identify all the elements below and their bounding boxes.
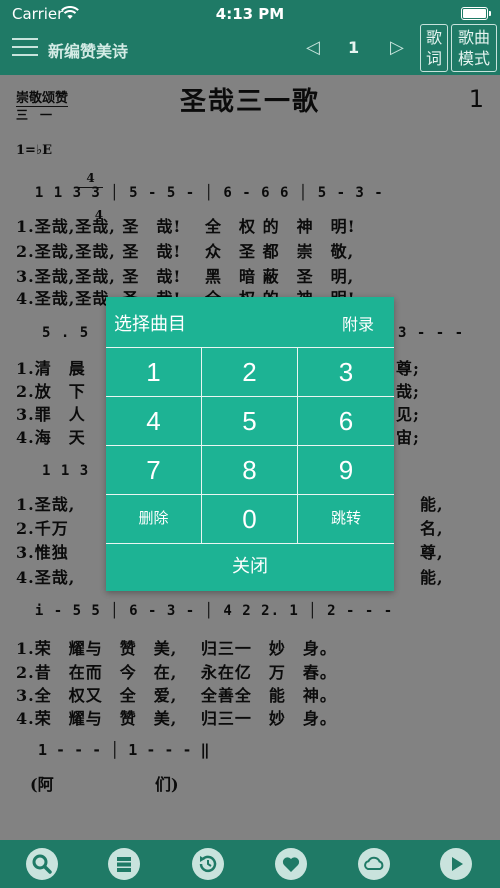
lyric-line: 能, <box>420 495 444 514</box>
lyric-line: 3.惟独 <box>16 543 69 562</box>
keypad: 1 2 3 4 5 6 7 8 9 删除 0 跳转 <box>106 347 394 544</box>
history-icon[interactable] <box>192 848 224 880</box>
lyric-line: 名, <box>420 519 444 538</box>
key-0-button[interactable]: 0 <box>202 495 298 544</box>
lyric-line: 1.圣哉, <box>16 495 76 514</box>
key-5-button[interactable]: 5 <box>202 397 298 446</box>
clock: 4:13 PM <box>215 5 285 23</box>
lyric-line: 尊; <box>396 359 420 378</box>
dialog-title: 选择曲目 <box>114 314 186 335</box>
lyric-line: 宙; <box>396 428 420 447</box>
hymn-title: 圣哉三一歌 <box>179 87 320 117</box>
key-2-button[interactable]: 2 <box>202 348 298 397</box>
hymn-number: 1 <box>468 85 484 113</box>
lyric-line: 哉; <box>396 382 420 401</box>
dialog-header: 选择曲目 附录 <box>106 297 394 347</box>
lyric-line: 1.圣哉,圣哉, 圣 哉! 全 权 的 神 明! <box>16 217 356 236</box>
lyric-line: 4.荣 耀与 赞 美, 归三一 妙 身。 <box>16 709 337 728</box>
play-icon[interactable] <box>440 848 472 880</box>
close-button[interactable]: 关闭 <box>106 543 394 591</box>
key-7-button[interactable]: 7 <box>106 446 202 495</box>
lyrics-button[interactable]: 歌 词 <box>420 24 448 72</box>
key-4-button[interactable]: 4 <box>106 397 202 446</box>
bottom-toolbar <box>0 840 500 888</box>
cloud-icon[interactable] <box>358 848 390 880</box>
lyric-line: 1.荣 耀与 赞 美, 归三一 妙 身。 <box>16 639 337 658</box>
search-icon[interactable] <box>26 848 58 880</box>
lyric-line: 尊, <box>420 543 444 562</box>
favorite-icon[interactable] <box>275 848 307 880</box>
notation-line: 5 . 5 <box>42 325 90 341</box>
lyric-line: 能, <box>420 568 444 587</box>
song-mode-button[interactable]: 歌曲 模式 <box>451 24 497 72</box>
key-9-button[interactable]: 9 <box>298 446 394 495</box>
song-select-dialog: 选择曲目 附录 1 2 3 4 5 6 7 8 9 删除 0 跳转 关闭 <box>106 297 394 591</box>
lyric-line: 2.昔 在而 今 在, 永在亿 万 春。 <box>16 663 337 682</box>
key-3-button[interactable]: 3 <box>298 348 394 397</box>
battery-icon <box>461 7 491 20</box>
menu-icon[interactable] <box>12 36 38 58</box>
lyric-line: 见; <box>396 405 420 424</box>
lyric-line: 3.罪 人 <box>16 405 86 424</box>
lyric-line: 2.圣哉,圣哉, 圣 哉! 众 圣 都 崇 敬, <box>16 242 355 261</box>
lyric-line: 4.圣哉, <box>16 568 76 587</box>
amen-lyric-b: 们) <box>155 775 179 794</box>
lyric-line: 1.清 晨 <box>16 359 86 378</box>
lyric-line: 2.千万 <box>16 519 69 538</box>
app-title: 新编赞美诗 <box>48 42 129 61</box>
delete-button[interactable]: 删除 <box>106 495 202 544</box>
lyric-line: 3.圣哉,圣哉, 圣 哉! 黑 暗 蔽 圣 明, <box>16 267 355 286</box>
appendix-button[interactable]: 附录 <box>342 311 374 335</box>
notation-line: i - 5 5 │ 6 - 3 - │ 4 2 2. 1 │ 2 - - - <box>16 603 394 619</box>
key-6-button[interactable]: 6 <box>298 397 394 446</box>
previous-song-arrow-icon[interactable]: ◁ <box>306 37 320 58</box>
notation-line: 3 - - - <box>398 325 465 341</box>
next-song-arrow-icon[interactable]: ▷ <box>390 37 404 58</box>
song-number-indicator: 1 <box>348 38 360 57</box>
lyric-line: 2.放 下 <box>16 382 86 401</box>
key-signature: 1=♭E <box>16 143 52 158</box>
notation-line: 1 1 3 <box>42 463 90 479</box>
lyric-line: 4.海 天 <box>16 428 86 447</box>
lyric-line: 3.全 权又 全 爱, 全善全 能 神。 <box>16 686 337 705</box>
key-8-button[interactable]: 8 <box>202 446 298 495</box>
jump-button[interactable]: 跳转 <box>298 495 394 544</box>
amen-lyric-a: (阿 <box>30 775 54 794</box>
key-1-button[interactable]: 1 <box>106 348 202 397</box>
list-icon[interactable] <box>108 848 140 880</box>
notation-line: 1 1 3 3 │ 5 - 5 - │ 6 - 6 6 │ 5 - 3 - <box>16 185 384 201</box>
top-bar: Carrier 4:13 PM 新编赞美诗 ◁ 1 ▷ 歌 词 歌曲 模式 <box>0 0 500 75</box>
amen-notation: 1 - - - │ 1 - - - ‖ <box>38 741 210 759</box>
